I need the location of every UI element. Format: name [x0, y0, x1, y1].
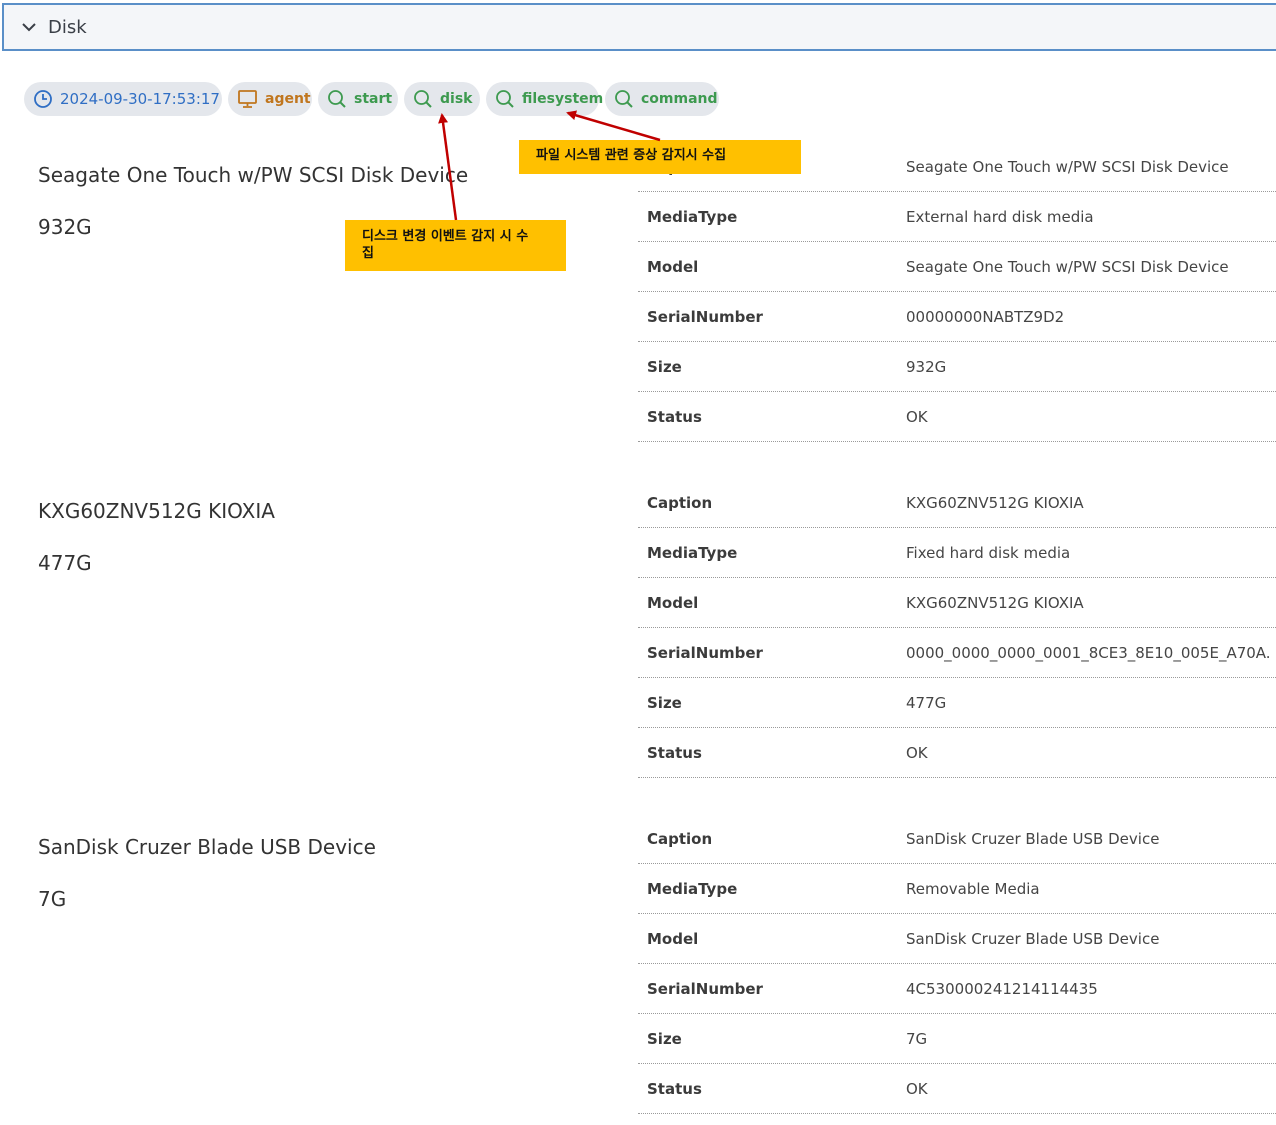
timestamp-label: 2024-09-30-17:53:17	[60, 90, 220, 108]
table-row: Size 477G	[638, 678, 1276, 728]
property-value: 477G	[906, 693, 947, 712]
property-key: SerialNumber	[647, 643, 763, 662]
property-value: External hard disk media	[906, 207, 1094, 226]
property-key: MediaType	[647, 879, 738, 898]
table-row: Model Seagate One Touch w/PW SCSI Disk De…	[638, 242, 1276, 292]
property-key: MediaType	[647, 207, 738, 226]
property-value: 00000000NABTZ9D2	[906, 307, 1065, 326]
property-value: SanDisk Cruzer Blade USB Device	[906, 929, 1160, 948]
start-tag[interactable]: start	[318, 82, 398, 116]
table-row: SerialNumber 4C530000241214114435	[638, 964, 1276, 1014]
search-icon	[414, 90, 432, 108]
command-tag[interactable]: command	[605, 82, 719, 116]
agent-label: agent	[265, 91, 311, 107]
property-key: Status	[647, 743, 702, 762]
filesystem-annotation-note: 파일 시스템 관련 증상 감지시 수집	[519, 140, 801, 174]
property-value: KXG60ZNV512G KIOXIA	[906, 593, 1084, 612]
property-key: SerialNumber	[647, 979, 763, 998]
panel-title: Disk	[48, 16, 87, 38]
disk-properties-table: CaptionSeagate One Touch w/PW SCSI Disk …	[638, 142, 1276, 442]
table-row: Caption SanDisk Cruzer Blade USB Device	[638, 814, 1276, 864]
table-row: Model SanDisk Cruzer Blade USB Device	[638, 914, 1276, 964]
filesystem-tag[interactable]: filesystem	[486, 82, 603, 116]
table-row: Status OK	[638, 1064, 1276, 1114]
filesystem-label: filesystem	[522, 91, 604, 107]
agent-tag[interactable]: agent	[228, 82, 312, 116]
disk-name: Seagate One Touch w/PW SCSI Disk Device	[38, 163, 469, 187]
table-row: Model KXG60ZNV512G KIOXIA	[638, 578, 1276, 628]
search-icon	[328, 90, 346, 108]
tag-bar: 2024-09-30-17:53:17 agent start disk fil…	[24, 82, 719, 116]
property-key: Status	[647, 1079, 702, 1098]
property-value: SanDisk Cruzer Blade USB Device	[906, 829, 1160, 848]
property-value: OK	[906, 743, 928, 762]
timestamp-tag[interactable]: 2024-09-30-17:53:17	[24, 82, 222, 116]
property-key: Size	[647, 693, 682, 712]
disk-size: 7G	[38, 887, 67, 911]
chevron-down-icon[interactable]	[22, 20, 36, 34]
property-value: 932G	[906, 357, 947, 376]
disk-name: KXG60ZNV512G KIOXIA	[38, 499, 275, 523]
property-key: Model	[647, 593, 699, 612]
property-value: Seagate One Touch w/PW SCSI Disk Device	[906, 157, 1229, 176]
search-icon	[496, 90, 514, 108]
monitor-icon	[238, 90, 257, 108]
clock-icon	[34, 90, 52, 108]
table-row: MediaType Fixed hard disk media	[638, 528, 1276, 578]
property-value: Removable Media	[906, 879, 1040, 898]
property-key: Status	[647, 407, 702, 426]
table-row: MediaType Removable Media	[638, 864, 1276, 914]
property-key: Size	[647, 1029, 682, 1048]
property-value: 0000_0000_0000_0001_8CE3_8E10_005E_A70A.	[906, 643, 1271, 662]
property-value: 4C530000241214114435	[906, 979, 1098, 998]
property-value: OK	[906, 407, 928, 426]
start-label: start	[354, 91, 393, 107]
table-row: MediaType External hard disk media	[638, 192, 1276, 242]
table-row: Size 7G	[638, 1014, 1276, 1064]
table-row: SerialNumber 0000_0000_0000_0001_8CE3_8E1…	[638, 628, 1276, 678]
property-key: Size	[647, 357, 682, 376]
property-value: Seagate One Touch w/PW SCSI Disk Device	[906, 257, 1229, 276]
property-value: Fixed hard disk media	[906, 543, 1071, 562]
table-row: Caption KXG60ZNV512G KIOXIA	[638, 478, 1276, 528]
search-icon	[615, 90, 633, 108]
disk-properties-table: Caption SanDisk Cruzer Blade USB Device M…	[638, 814, 1276, 1114]
disk-properties-table: Caption KXG60ZNV512G KIOXIA MediaType Fixe…	[638, 478, 1276, 778]
disk-name: SanDisk Cruzer Blade USB Device	[38, 835, 376, 859]
property-key: Caption	[647, 829, 713, 848]
arrow-to-filesystem-tag	[566, 110, 661, 142]
table-row: SerialNumber 00000000NABTZ9D2	[638, 292, 1276, 342]
property-key: MediaType	[647, 543, 738, 562]
table-row: Size 932G	[638, 342, 1276, 392]
property-value: 7G	[906, 1029, 928, 1048]
property-key: SerialNumber	[647, 307, 763, 326]
disk-size: 477G	[38, 551, 92, 575]
property-value: OK	[906, 1079, 928, 1098]
command-label: command	[641, 91, 718, 107]
disk-annotation-note: 디스크 변경 이벤트 감지 시 수집	[345, 220, 566, 271]
property-key: Model	[647, 257, 699, 276]
disk-panel-header[interactable]: Disk	[2, 3, 1276, 51]
disk-size: 932G	[38, 215, 92, 239]
property-key: Caption	[647, 493, 713, 512]
property-key: Model	[647, 929, 699, 948]
disk-label: disk	[440, 91, 473, 107]
disk-tag[interactable]: disk	[404, 82, 480, 116]
table-row: Status OK	[638, 728, 1276, 778]
table-row: Status OK	[638, 392, 1276, 442]
property-value: KXG60ZNV512G KIOXIA	[906, 493, 1084, 512]
